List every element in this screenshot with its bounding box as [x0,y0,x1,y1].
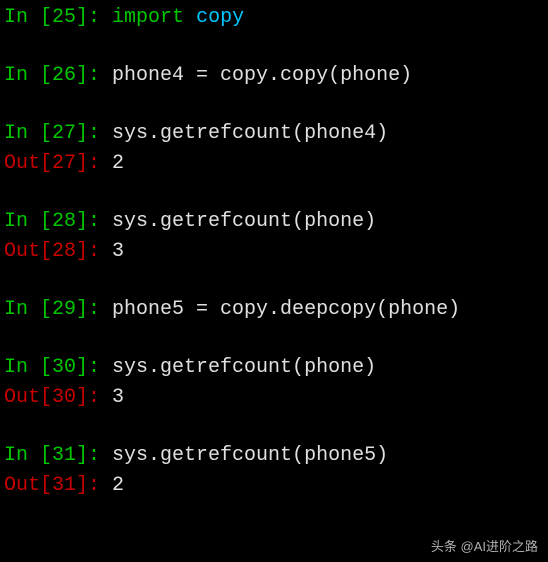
out-line-27: Out[27]: 2 [4,150,544,178]
out-line-31: Out[31]: 2 [4,472,544,500]
out-prompt: Out[31]: [4,474,112,497]
out-prompt: Out[27]: [4,152,112,175]
blank-line [4,180,544,208]
in-line-29: In [29]: phone5 = copy.deepcopy(phone) [4,296,544,324]
watermark: 头条 @AI进阶之路 [431,538,538,556]
blank-line [4,414,544,442]
module-copy: copy [196,6,244,29]
code: sys.getrefcount(phone) [112,210,376,233]
code: phone5 = copy.deepcopy(phone) [112,298,460,321]
in-line-28: In [28]: sys.getrefcount(phone) [4,208,544,236]
blank-line [4,92,544,120]
in-line-30: In [30]: sys.getrefcount(phone) [4,354,544,382]
code: phone4 = copy.copy(phone) [112,64,412,87]
out-line-30: Out[30]: 3 [4,384,544,412]
blank-line [4,34,544,62]
code: sys.getrefcount(phone5) [112,444,388,467]
code: sys.getrefcount(phone4) [112,122,388,145]
result: 2 [112,152,124,175]
in-prompt: In [26]: [4,64,112,87]
space [184,6,196,29]
out-prompt: Out[30]: [4,386,112,409]
in-prompt: In [27]: [4,122,112,145]
result: 3 [112,240,124,263]
out-line-28: Out[28]: 3 [4,238,544,266]
in-prompt: In [25]: [4,6,112,29]
keyword-import: import [112,6,184,29]
blank-line [4,326,544,354]
in-prompt: In [28]: [4,210,112,233]
result: 2 [112,474,124,497]
in-prompt: In [31]: [4,444,112,467]
in-line-26: In [26]: phone4 = copy.copy(phone) [4,62,544,90]
in-prompt: In [29]: [4,298,112,321]
code: sys.getrefcount(phone) [112,356,376,379]
in-line-31: In [31]: sys.getrefcount(phone5) [4,442,544,470]
in-line-27: In [27]: sys.getrefcount(phone4) [4,120,544,148]
in-line-25: In [25]: import copy [4,4,544,32]
result: 3 [112,386,124,409]
blank-line [4,268,544,296]
in-prompt: In [30]: [4,356,112,379]
out-prompt: Out[28]: [4,240,112,263]
